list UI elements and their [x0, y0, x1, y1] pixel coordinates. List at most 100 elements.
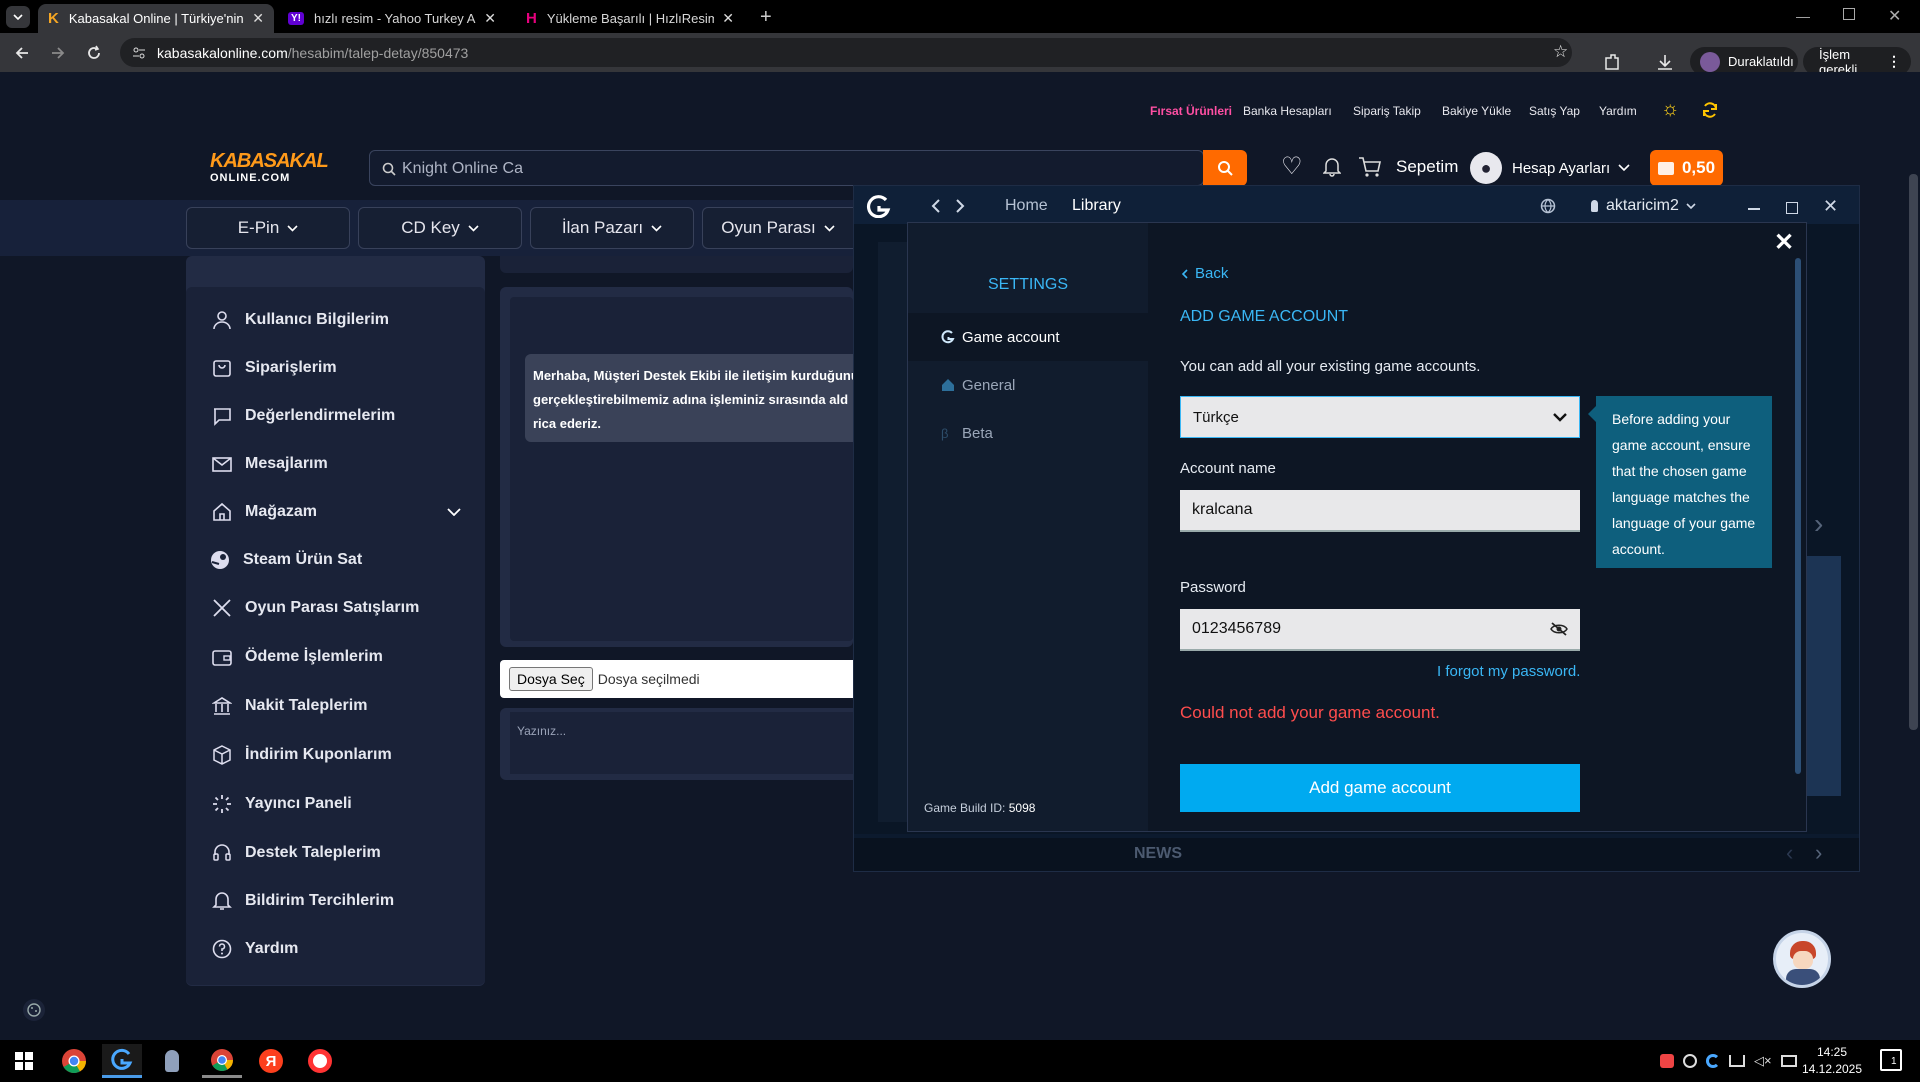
category-ilan-pazari[interactable]: İlan Pazarı: [530, 207, 694, 249]
favorites-heart-icon[interactable]: ♡: [1281, 152, 1303, 181]
nav-back-icon[interactable]: [931, 199, 941, 213]
tab-kabasakal[interactable]: K Kabasakal Online | Türkiye'nin En ✕: [38, 4, 274, 33]
top-link-bakiye[interactable]: Bakiye Yükle: [1442, 104, 1511, 118]
language-select[interactable]: Türkçe: [1180, 396, 1580, 438]
reply-textarea[interactable]: Yazınız...: [500, 708, 853, 780]
taskbar-chrome-profile[interactable]: [202, 1044, 242, 1078]
site-search-box[interactable]: Knight Online Ca: [369, 150, 1204, 186]
settings-item-game-account[interactable]: Game account: [908, 313, 1148, 361]
top-link-banka[interactable]: Banka Hesapları: [1243, 104, 1332, 118]
top-link-siparis-takip[interactable]: Sipariş Takip: [1353, 104, 1421, 118]
sidebar-item-yayinci[interactable]: Yayıncı Paneli: [211, 789, 352, 819]
site-info-icon[interactable]: [132, 46, 146, 60]
tab-yahoo[interactable]: Y! hızlı resim - Yahoo Turkey Aram ✕: [278, 4, 506, 33]
sidebar-item-mesajlarim[interactable]: Mesajlarım: [211, 449, 328, 479]
nav-home-link[interactable]: Home: [1005, 197, 1048, 215]
launcher-tray-icon[interactable]: [1706, 1054, 1720, 1068]
camera-tray-icon[interactable]: [1683, 1054, 1697, 1068]
user-menu[interactable]: aktaricim2: [1591, 197, 1696, 215]
category-cdkey[interactable]: CD Key: [358, 207, 522, 249]
cookie-settings-icon[interactable]: [22, 998, 46, 1022]
top-link-yardim[interactable]: Yardım: [1599, 104, 1637, 118]
address-bar[interactable]: kabasakalonline.com/hesabim/talep-detay/…: [120, 38, 1572, 67]
sidebar-item-destek[interactable]: Destek Taleplerim: [211, 838, 381, 868]
download-icon[interactable]: [1656, 53, 1674, 71]
forward-arrow-icon[interactable]: [50, 45, 66, 61]
sidebar-item-indirim[interactable]: İndirim Kuponlarım: [211, 740, 392, 770]
carousel-next-icon[interactable]: ›: [1814, 508, 1823, 540]
top-link-firsat[interactable]: Fırsat Ürünleri: [1150, 104, 1232, 118]
sidebar-item-kullanici[interactable]: Kullanıcı Bilgilerim: [211, 305, 389, 335]
support-chat-avatar[interactable]: [1773, 930, 1831, 988]
nav-forward-icon[interactable]: [955, 199, 965, 213]
nav-library-link[interactable]: Library: [1072, 197, 1121, 215]
tab-hizliresim[interactable]: H Yükleme Başarılı | HızlıResim ✕: [516, 4, 744, 33]
new-tab-button[interactable]: +: [760, 6, 772, 29]
sun-icon[interactable]: ☼: [1661, 98, 1679, 121]
reload-icon[interactable]: [86, 45, 102, 61]
sidebar-item-magazam[interactable]: Mağazam: [211, 497, 461, 527]
category-epin[interactable]: E-Pin: [186, 207, 350, 249]
news-prev-icon[interactable]: ‹: [1786, 840, 1793, 866]
cart-label[interactable]: Sepetim: [1396, 157, 1458, 177]
top-link-satis[interactable]: Satış Yap: [1529, 104, 1580, 118]
file-input[interactable]: Dosya Seç Dosya seçilmedi: [500, 660, 853, 698]
close-tab-icon[interactable]: ✕: [722, 10, 734, 27]
back-arrow-icon[interactable]: [14, 45, 30, 61]
extensions-icon[interactable]: [1603, 53, 1621, 71]
cart-icon[interactable]: [1358, 156, 1382, 178]
taskbar-chrome[interactable]: [54, 1044, 94, 1078]
forgot-password-link[interactable]: I forgot my password.: [1437, 663, 1580, 680]
close-tab-icon[interactable]: ✕: [484, 10, 496, 27]
eye-off-icon[interactable]: [1550, 622, 1568, 636]
launcher-maximize-icon[interactable]: [1786, 202, 1798, 214]
account-sidebar: [186, 287, 485, 985]
sidebar-item-siparislerim[interactable]: Siparişlerim: [211, 353, 337, 383]
sidebar-item-degerlendirmelerim[interactable]: Değerlendirmelerim: [211, 401, 395, 431]
network-tray-icon[interactable]: [1729, 1055, 1745, 1067]
taskbar-yandex[interactable]: Я: [251, 1044, 291, 1078]
tab-search-button[interactable]: [6, 6, 30, 28]
chevron-down-icon: [287, 224, 298, 232]
security-tray-icon[interactable]: [1660, 1054, 1674, 1068]
balance-button[interactable]: 0,50: [1650, 150, 1723, 186]
taskbar-app-figure[interactable]: [152, 1044, 192, 1078]
choose-file-button[interactable]: Dosya Seç: [509, 667, 593, 691]
launcher-close-icon[interactable]: ✕: [1823, 196, 1838, 217]
close-tab-icon[interactable]: ✕: [252, 10, 264, 27]
sidebar-item-yardim[interactable]: Yardım: [211, 934, 298, 964]
sidebar-item-oyun-parasi[interactable]: Oyun Parası Satışlarım: [211, 593, 419, 623]
clock[interactable]: 14:25 14.12.2025: [1800, 1044, 1864, 1078]
close-window-icon[interactable]: ✕: [1888, 6, 1901, 26]
add-game-account-button[interactable]: Add game account: [1180, 764, 1580, 812]
notification-bell-icon[interactable]: [1323, 157, 1341, 177]
display-tray-icon[interactable]: [1780, 1055, 1797, 1067]
sidebar-item-steam[interactable]: Steam Ürün Sat: [209, 545, 362, 575]
site-logo[interactable]: KABASAKAL ONLINE.COM: [210, 150, 329, 188]
bookmark-star-icon[interactable]: ☆: [1553, 42, 1568, 62]
restore-window-icon[interactable]: [1843, 8, 1855, 20]
modal-close-icon[interactable]: ✕: [1774, 228, 1794, 257]
password-field[interactable]: 0123456789: [1180, 609, 1580, 651]
settings-item-beta[interactable]: β Beta: [908, 409, 1148, 457]
start-button[interactable]: [4, 1044, 44, 1078]
account-settings-button[interactable]: ● Hesap Ayarları: [1470, 150, 1634, 186]
sidebar-item-bildirim[interactable]: Bildirim Tercihlerim: [211, 886, 394, 916]
account-name-field[interactable]: kralcana: [1180, 490, 1580, 532]
search-button[interactable]: [1203, 150, 1247, 186]
volume-muted-icon[interactable]: ◁×: [1754, 1053, 1772, 1069]
back-link[interactable]: Back: [1181, 265, 1228, 282]
launcher-minimize-icon[interactable]: [1748, 208, 1760, 210]
sidebar-item-nakit[interactable]: Nakit Taleplerim: [211, 691, 367, 721]
sidebar-item-odeme[interactable]: Ödeme İşlemlerim: [211, 642, 383, 672]
refresh-theme-icon[interactable]: [1701, 101, 1719, 119]
news-next-icon[interactable]: ›: [1815, 840, 1822, 866]
minimize-window-icon[interactable]: —: [1796, 8, 1810, 24]
category-oyun-parasi[interactable]: Oyun Parası: [702, 207, 853, 249]
taskbar-yandex-browser[interactable]: [300, 1044, 340, 1078]
search-input[interactable]: Knight Online Ca: [402, 160, 523, 178]
taskbar-launcher[interactable]: [102, 1044, 142, 1078]
settings-item-general[interactable]: General: [908, 361, 1148, 409]
globe-icon[interactable]: [1540, 198, 1556, 214]
notification-center-button[interactable]: 1: [1880, 1049, 1902, 1071]
